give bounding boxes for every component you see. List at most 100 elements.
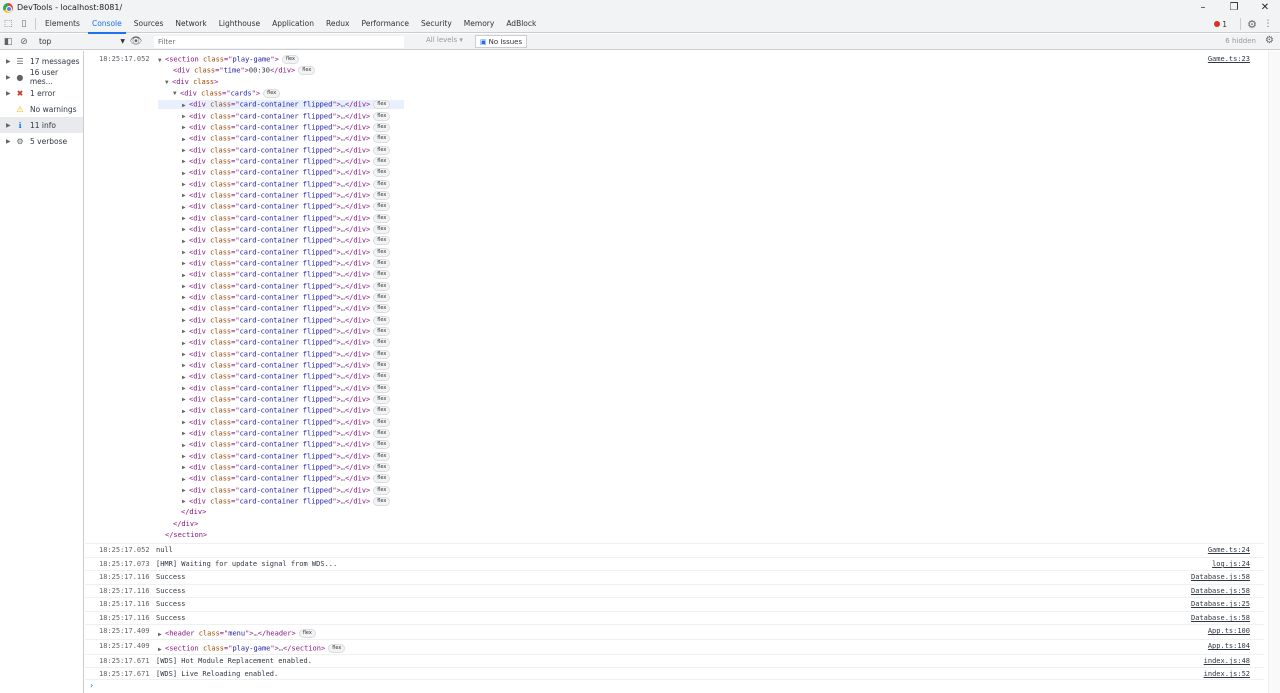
dom-tree-node[interactable]: ▶ <div class="card-container flipped">…</… — [158, 156, 404, 166]
dom-tree-node[interactable]: <div class="time">00:30</div> flex — [173, 66, 316, 76]
settings-gear-icon[interactable]: ⚙ — [1244, 17, 1260, 31]
flex-badge[interactable]: flex — [373, 168, 391, 178]
console-message[interactable]: 18:25:17.052 null Game.ts:24 — [85, 544, 1264, 558]
dom-tree-node[interactable]: </div> — [173, 520, 198, 528]
flex-badge[interactable]: flex — [373, 349, 391, 359]
dom-tree-node[interactable]: ▶ <div class="card-container flipped">…</… — [158, 451, 404, 461]
dom-tree-node[interactable]: ▶ <div class="card-container flipped">…</… — [158, 122, 404, 132]
flex-badge[interactable]: flex — [373, 292, 391, 302]
tab-elements[interactable]: Elements — [39, 15, 86, 33]
console-message[interactable]: 18:25:17.671 [WDS] Live Reloading enabled… — [85, 668, 1264, 680]
dom-tree-node[interactable]: ▶ <div class="card-container flipped">…</… — [158, 247, 404, 257]
flex-badge[interactable]: flex — [373, 451, 391, 461]
flex-badge[interactable]: flex — [373, 258, 391, 268]
flex-badge[interactable]: flex — [281, 55, 299, 64]
tab-lighthouse[interactable]: Lighthouse — [213, 15, 266, 33]
sidebar-item-info[interactable]: ▶ ℹ 11 info — [0, 117, 83, 133]
tab-network[interactable]: Network — [169, 15, 212, 33]
dom-tree-node[interactable]: ▶ <div class="card-container flipped">…</… — [158, 134, 404, 144]
sidebar-item-list[interactable]: ▶ ☰ 17 messages — [0, 53, 83, 69]
more-options-icon[interactable]: ⋮ — [1260, 17, 1276, 31]
console-message[interactable]: 18:25:17.073 [HMR] Waiting for update sig… — [85, 558, 1264, 571]
flex-badge[interactable]: flex — [373, 474, 391, 484]
flex-badge[interactable]: flex — [373, 394, 391, 404]
source-link[interactable]: Database.js:58 — [1191, 614, 1250, 622]
dom-tree-node[interactable]: ▶ <div class="card-container flipped">…</… — [158, 349, 404, 359]
source-link[interactable]: Game.ts:24 — [1208, 546, 1250, 554]
source-link[interactable]: Game.ts:23 — [1208, 55, 1250, 63]
flex-badge[interactable]: flex — [373, 440, 391, 450]
dom-tree-node[interactable]: ▶ <div class="card-container flipped">…</… — [158, 213, 404, 223]
source-link[interactable]: Database.js:58 — [1191, 573, 1250, 581]
flex-badge[interactable]: flex — [373, 122, 391, 132]
console-message[interactable]: 18:25:17.116 Success Database.js:58 — [85, 585, 1264, 598]
context-select[interactable]: top ▼ — [36, 36, 128, 48]
dom-tree-node[interactable]: ▶ <div class="card-container flipped">…</… — [158, 496, 404, 506]
error-count-badge[interactable]: 1 — [1214, 20, 1227, 29]
flex-badge[interactable]: flex — [373, 383, 391, 393]
dom-tree-node[interactable]: ▶ <div class="card-container flipped">…</… — [158, 406, 404, 416]
flex-badge[interactable]: flex — [373, 338, 391, 348]
minimize-button[interactable]: – — [1188, 0, 1218, 15]
dom-tree-node[interactable]: ▶ <div class="card-container flipped">…</… — [158, 202, 404, 212]
source-link[interactable]: log.js:24 — [1212, 560, 1250, 568]
sidebar-item-verbose[interactable]: ▶ ⚙ 5 verbose — [0, 133, 83, 149]
flex-badge[interactable]: flex — [373, 428, 391, 438]
flex-badge[interactable]: flex — [373, 270, 391, 280]
dom-tree-node[interactable]: ▼ <div class> — [165, 78, 218, 86]
dom-tree-node[interactable]: ▶ <div class="card-container flipped">…</… — [158, 474, 404, 484]
flex-badge[interactable]: flex — [373, 247, 391, 257]
flex-badge[interactable]: flex — [373, 111, 391, 121]
dom-tree-node[interactable]: ▶ <div class="card-container flipped">…</… — [158, 338, 404, 348]
dom-tree-node[interactable]: ▶ <div class="card-container flipped">…</… — [158, 100, 404, 110]
flex-badge[interactable]: flex — [373, 326, 391, 336]
dom-tree-node[interactable]: ▶ <div class="card-container flipped">…</… — [158, 315, 404, 325]
flex-badge[interactable]: flex — [373, 315, 391, 325]
flex-badge[interactable]: flex — [373, 496, 391, 506]
tab-console[interactable]: Console — [86, 15, 128, 34]
tab-security[interactable]: Security — [415, 15, 458, 33]
dom-tree-node[interactable]: ▶ <div class="card-container flipped">…</… — [158, 462, 404, 472]
dom-tree-node[interactable]: ▶ <div class="card-container flipped">…</… — [158, 372, 404, 382]
dom-tree-node[interactable]: ▶ <div class="card-container flipped">…</… — [158, 485, 404, 495]
dom-tree-node[interactable]: ▶ <div class="card-container flipped">…</… — [158, 383, 404, 393]
flex-badge[interactable]: flex — [373, 145, 391, 155]
flex-badge[interactable]: flex — [373, 406, 391, 416]
flex-badge[interactable]: flex — [373, 134, 391, 144]
log-levels-dropdown[interactable]: All levels ▾ — [426, 36, 463, 44]
source-link[interactable]: App.ts:104 — [1208, 642, 1250, 650]
dom-tree-node[interactable]: ▶ <div class="card-container flipped">…</… — [158, 179, 404, 189]
dom-tree-node[interactable]: ▶ <div class="card-container flipped">…</… — [158, 304, 404, 314]
flex-badge[interactable]: flex — [373, 213, 391, 223]
console-message[interactable]: 18:25:17.409 ▶ <header class="menu">…</hea… — [85, 625, 1264, 640]
dom-tree-node[interactable]: ▶ <div class="card-container flipped">…</… — [158, 258, 404, 268]
source-link[interactable]: index.js:52 — [1204, 670, 1250, 678]
flex-badge[interactable]: flex — [373, 236, 391, 246]
tab-application[interactable]: Application — [266, 15, 320, 33]
console-message[interactable]: 18:25:17.116 Success Database.js:58 — [85, 571, 1264, 585]
flex-badge[interactable]: flex — [298, 629, 316, 638]
flex-badge[interactable]: flex — [373, 417, 391, 427]
flex-badge[interactable]: flex — [373, 372, 391, 382]
inspect-element-icon[interactable]: ⬚ — [0, 17, 16, 31]
dom-tree-node[interactable]: ▶ <div class="card-container flipped">…</… — [158, 360, 404, 370]
flex-badge[interactable]: flex — [373, 485, 391, 495]
source-link[interactable]: index.js:48 — [1204, 657, 1250, 665]
dom-tree-node[interactable]: ▶ <div class="card-container flipped">…</… — [158, 326, 404, 336]
tab-performance[interactable]: Performance — [355, 15, 415, 33]
flex-badge[interactable]: flex — [373, 360, 391, 370]
dom-tree-node[interactable]: ▶ <div class="card-container flipped">…</… — [158, 417, 404, 427]
flex-badge[interactable]: flex — [373, 190, 391, 200]
flex-badge[interactable]: flex — [298, 66, 316, 76]
sidebar-item-warning[interactable]: ⚠ No warnings — [0, 101, 83, 117]
dom-tree-node[interactable]: ▶ <div class="card-container flipped">…</… — [158, 292, 404, 302]
source-link[interactable]: App.ts:100 — [1208, 627, 1250, 635]
dom-tree-node[interactable]: ▶ <div class="card-container flipped">…</… — [158, 428, 404, 438]
console-message[interactable]: 18:25:17.671 [WDS] Hot Module Replacement… — [85, 655, 1264, 668]
live-expression-eye-icon[interactable]: 👁 — [128, 35, 144, 49]
sidebar-item-user[interactable]: ▶ ● 16 user mes... — [0, 68, 83, 86]
flex-badge[interactable]: flex — [263, 88, 281, 98]
flex-badge[interactable]: flex — [373, 156, 391, 166]
dom-tree-node[interactable]: ▼ <section class="play-game"> flex — [158, 55, 299, 64]
flex-badge[interactable]: flex — [373, 202, 391, 212]
